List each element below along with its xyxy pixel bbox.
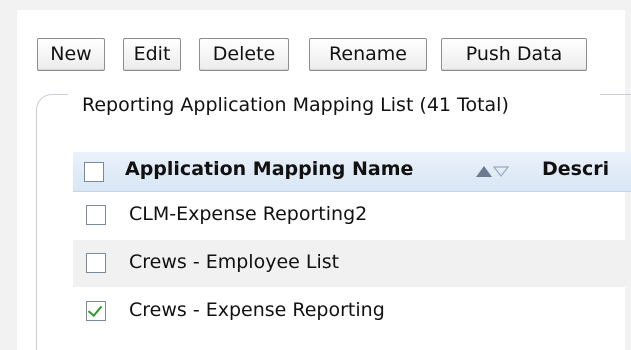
table-row[interactable]: Crews - Employee List bbox=[73, 240, 631, 287]
table-row[interactable]: CLM-Expense Reporting2 bbox=[73, 192, 631, 239]
sort-ascending-icon[interactable] bbox=[476, 166, 492, 177]
select-all-checkbox[interactable] bbox=[84, 162, 104, 182]
push-data-button[interactable]: Push Data bbox=[441, 38, 587, 71]
checkmark-icon bbox=[87, 301, 103, 318]
table-row[interactable]: Crews - Expense Reporting bbox=[73, 288, 631, 335]
mapping-name: CLM-Expense Reporting2 bbox=[129, 203, 368, 225]
fieldset-border-top bbox=[600, 94, 631, 95]
row-checkbox-checked[interactable] bbox=[86, 301, 106, 321]
delete-button[interactable]: Delete bbox=[199, 38, 289, 71]
row-checkbox[interactable] bbox=[86, 205, 106, 225]
column-header-name[interactable]: Application Mapping Name bbox=[125, 158, 413, 180]
row-checkbox[interactable] bbox=[86, 253, 106, 273]
fieldset-border-left bbox=[36, 110, 37, 350]
mapping-name: Crews - Expense Reporting bbox=[129, 299, 385, 321]
rename-button[interactable]: Rename bbox=[309, 38, 427, 71]
sort-descending-icon[interactable] bbox=[493, 166, 509, 177]
list-legend: Reporting Application Mapping List (41 T… bbox=[82, 94, 509, 116]
mapping-name: Crews - Employee List bbox=[129, 251, 340, 273]
column-header-description[interactable]: Descri bbox=[542, 158, 609, 180]
edit-button[interactable]: Edit bbox=[123, 38, 181, 71]
table-header: Application Mapping Name Descri bbox=[73, 152, 631, 192]
fieldset-border bbox=[36, 94, 68, 126]
new-button[interactable]: New bbox=[37, 38, 105, 71]
